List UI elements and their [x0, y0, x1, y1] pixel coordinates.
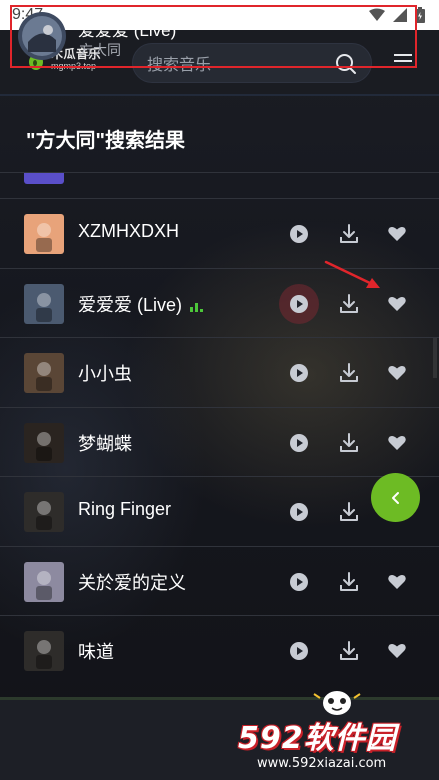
download-button[interactable]: [338, 501, 360, 523]
album-art-icon: [24, 422, 64, 463]
partial-cover: [24, 173, 64, 184]
play-button[interactable]: [279, 283, 319, 324]
song-cover: [24, 214, 64, 254]
watermark-brand: 592软件园: [238, 721, 397, 756]
download-button[interactable]: [338, 293, 360, 315]
song-row[interactable]: 味道: [0, 615, 439, 685]
album-art-icon: [24, 631, 64, 671]
mascot-icon: [313, 691, 361, 715]
play-icon: [290, 433, 308, 452]
album-art-icon: [24, 283, 64, 324]
player-highlight-box: [10, 5, 417, 68]
album-art-icon: [24, 492, 64, 532]
song-title: Ring Finger: [78, 499, 171, 520]
song-title-text: XZMHXDXH: [78, 221, 180, 241]
song-title: XZMHXDXH: [78, 221, 179, 242]
play-icon: [290, 364, 308, 382]
results-title: "方大同"搜索结果: [26, 130, 185, 152]
song-title: 关於爱的定义: [78, 569, 186, 595]
song-cover: [24, 353, 64, 393]
favorite-button[interactable]: [387, 572, 407, 592]
download-icon: [340, 641, 358, 660]
watermark-url: www.592xiazai.com: [257, 756, 387, 771]
song-cover: [24, 561, 64, 602]
download-button[interactable]: [338, 640, 360, 662]
download-icon: [340, 502, 358, 521]
song-row[interactable]: 小小虫: [0, 337, 439, 407]
song-title-text: 味道: [78, 642, 114, 662]
song-title-text: 关於爱的定义: [78, 572, 186, 593]
play-button[interactable]: [289, 572, 309, 592]
song-title: 爱爱爱 (Live): [78, 291, 204, 317]
download-button[interactable]: [338, 362, 360, 384]
download-icon: [340, 293, 358, 313]
scrollbar[interactable]: [433, 338, 437, 378]
now-playing-icon: [190, 300, 204, 312]
song-cover: [24, 631, 64, 671]
play-icon: [290, 572, 308, 591]
song-row[interactable]: 梦蝴蝶: [0, 406, 439, 477]
play-icon: [290, 642, 308, 660]
favorite-button[interactable]: [387, 641, 407, 661]
heart-icon: [388, 643, 406, 658]
song-title-text: 小小虫: [78, 364, 132, 384]
download-button[interactable]: [338, 432, 360, 454]
album-art-icon: [24, 561, 64, 602]
song-title: 梦蝴蝶: [78, 430, 132, 456]
play-button[interactable]: [289, 641, 309, 661]
album-art-icon: [24, 353, 64, 393]
heart-icon: [388, 226, 406, 241]
chevron-left-icon: [391, 491, 399, 504]
play-button[interactable]: [289, 433, 309, 453]
song-title-text: 梦蝴蝶: [78, 433, 132, 454]
favorite-button[interactable]: [387, 363, 407, 383]
song-cover: [24, 422, 64, 463]
download-button[interactable]: [338, 571, 360, 593]
download-icon: [340, 432, 358, 452]
play-button[interactable]: [289, 363, 309, 383]
song-cover: [24, 283, 64, 324]
song-row[interactable]: 关於爱的定义: [0, 545, 439, 616]
collapse-button[interactable]: [371, 473, 420, 522]
song-title: 味道: [78, 638, 114, 664]
download-icon: [340, 571, 358, 591]
download-button[interactable]: [338, 223, 360, 245]
heart-icon: [388, 365, 406, 380]
favorite-button[interactable]: [387, 294, 407, 314]
song-title-text: Ring Finger: [78, 499, 172, 519]
heart-icon: [388, 296, 406, 311]
play-button[interactable]: [289, 502, 309, 522]
play-button[interactable]: [289, 224, 309, 244]
song-cover: [24, 492, 64, 532]
play-icon: [290, 294, 308, 313]
song-title-text: 爱爱爱 (Live): [78, 294, 183, 315]
heart-icon: [388, 574, 406, 589]
song-title: 小小虫: [78, 360, 132, 386]
heart-icon: [388, 435, 406, 450]
favorite-button[interactable]: [387, 433, 407, 453]
favorite-button[interactable]: [387, 224, 407, 244]
download-icon: [340, 224, 358, 243]
divider: [0, 172, 439, 173]
album-art-icon: [24, 214, 64, 254]
annotation-arrow-icon: [324, 260, 380, 288]
download-icon: [340, 363, 358, 382]
play-icon: [290, 503, 308, 521]
play-icon: [290, 225, 308, 243]
